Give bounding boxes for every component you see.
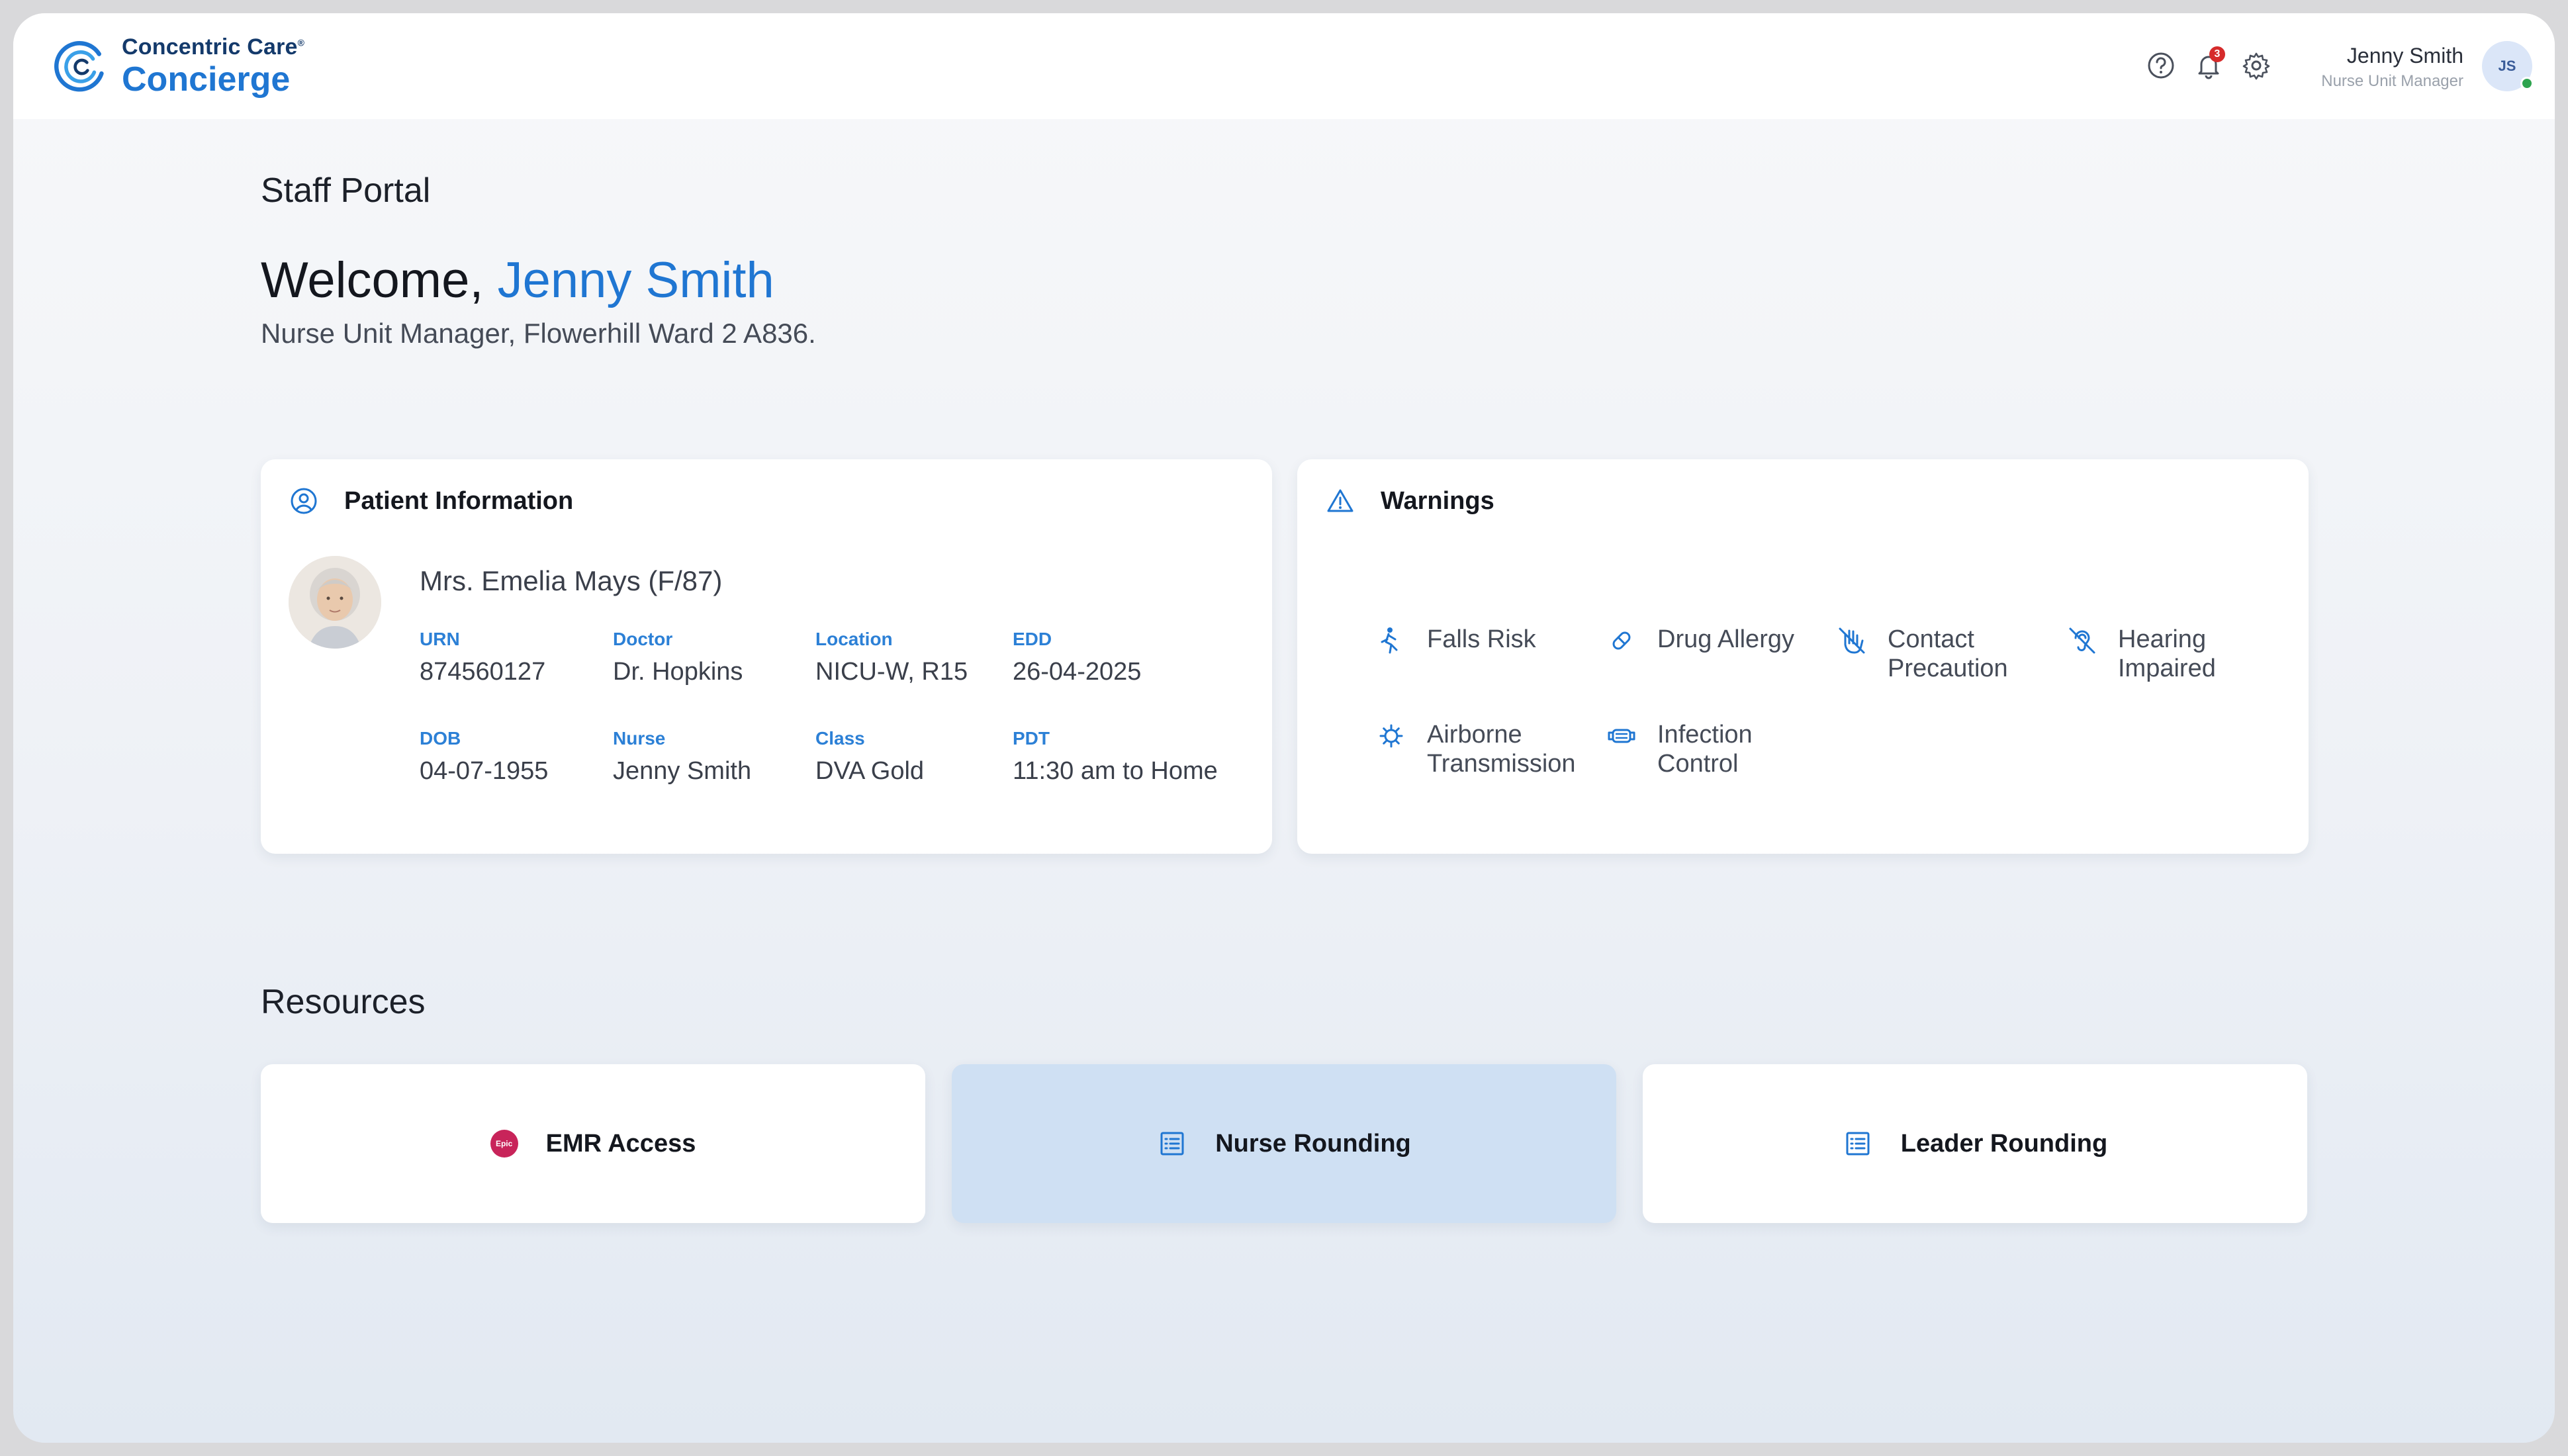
patient-photo [289, 556, 381, 649]
help-icon [2148, 52, 2174, 79]
hearing-impaired-icon [2069, 627, 2095, 654]
notifications-button[interactable]: 3 [2192, 46, 2225, 82]
notification-count-badge: 3 [2209, 46, 2225, 62]
warnings-card-title: Warnings [1381, 486, 1494, 515]
brand-name-bottom: Concierge [122, 60, 291, 99]
warning-falls-risk[interactable]: Falls Risk [1375, 625, 1536, 657]
user-role: Nurse Unit Manager [2321, 72, 2463, 90]
field-doctor: Doctor Dr. Hopkins [613, 629, 743, 686]
warning-contact-precaution[interactable]: Contact Precaution [1836, 625, 2008, 683]
user-initials: JS [2498, 58, 2516, 74]
field-edd: EDD 26-04-2025 [1013, 629, 1142, 686]
resources-heading: Resources [261, 983, 426, 1021]
warnings-card: Warnings Falls Risk Drug Allergy Contact… [1297, 459, 2309, 854]
gear-icon [2242, 52, 2270, 80]
warning-infection-control[interactable]: Infection Control [1606, 720, 1753, 778]
brand-name-top: Concentric Care® [122, 34, 305, 60]
field-nurse: Nurse Jenny Smith [613, 728, 752, 785]
leader-rounding-label: Leader Rounding [1900, 1129, 2108, 1158]
leader-rounding-button[interactable]: Leader Rounding [1643, 1064, 2307, 1223]
epic-logo-icon: Epic [490, 1130, 518, 1158]
warning-triangle-icon [1327, 489, 1353, 512]
app-window: Concentric Care® Concierge 3 Jenny Smith… [13, 13, 2555, 1443]
field-dob: DOB 04-07-1955 [420, 728, 549, 785]
online-status-dot [2520, 77, 2534, 90]
nurse-rounding-label: Nurse Rounding [1215, 1129, 1411, 1158]
user-name: Jenny Smith [2346, 44, 2463, 68]
warning-hearing-impaired[interactable]: Hearing Impaired [2066, 625, 2216, 683]
welcome-prefix: Welcome, [261, 252, 484, 308]
emr-access-button[interactable]: Epic EMR Access [261, 1064, 925, 1223]
settings-button[interactable] [2240, 49, 2273, 82]
help-button[interactable] [2144, 49, 2178, 82]
welcome-name: Jenny Smith [497, 252, 774, 308]
warning-label: Contact Precaution [1888, 625, 2008, 682]
emr-access-label: EMR Access [545, 1129, 696, 1158]
warning-drug-allergy[interactable]: Drug Allergy [1606, 625, 1794, 657]
field-urn: URN 874560127 [420, 629, 546, 686]
top-bar: Concentric Care® Concierge 3 Jenny Smith… [13, 13, 2555, 119]
no-touch-hand-icon [1839, 627, 1865, 654]
header-actions: 3 [2144, 46, 2273, 82]
field-pdt: PDT 11:30 am to Home [1013, 728, 1218, 785]
patient-card-title: Patient Information [344, 486, 574, 515]
warning-label: Airborne Transmission [1427, 721, 1576, 778]
welcome-heading: Welcome, Jenny Smith [261, 251, 774, 309]
patient-information-card: Patient Information Mrs. Emelia Mays (F/… [261, 459, 1272, 854]
field-class: Class DVA Gold [815, 728, 925, 785]
warning-airborne-transmission[interactable]: Airborne Transmission [1375, 720, 1576, 778]
user-avatar[interactable]: JS [2482, 41, 2534, 91]
brand-logo[interactable]: Concentric Care® Concierge [52, 36, 304, 97]
field-location: Location NICU-W, R15 [815, 629, 968, 686]
nurse-rounding-button[interactable]: Nurse Rounding [952, 1064, 1616, 1223]
warning-label: Drug Allergy [1657, 625, 1794, 653]
warning-label: Hearing Impaired [2118, 625, 2216, 682]
user-circle-icon [291, 488, 317, 514]
list-document-icon [1846, 1132, 1870, 1156]
patient-name: Mrs. Emelia Mays (F/87) [420, 565, 723, 596]
warning-label: Falls Risk [1427, 625, 1536, 653]
warning-label: Infection Control [1657, 721, 1753, 778]
virus-icon [1379, 724, 1403, 748]
falls-risk-icon [1381, 627, 1398, 654]
page-title: Staff Portal [261, 171, 431, 210]
welcome-subtitle: Nurse Unit Manager, Flowerhill Ward 2 A8… [261, 318, 816, 349]
list-document-icon [1160, 1132, 1184, 1156]
mask-icon [1608, 729, 1635, 743]
pill-icon [1612, 631, 1631, 650]
concentric-logo-icon [54, 41, 104, 92]
user-info[interactable]: Jenny Smith Nurse Unit Manager [2321, 44, 2463, 91]
